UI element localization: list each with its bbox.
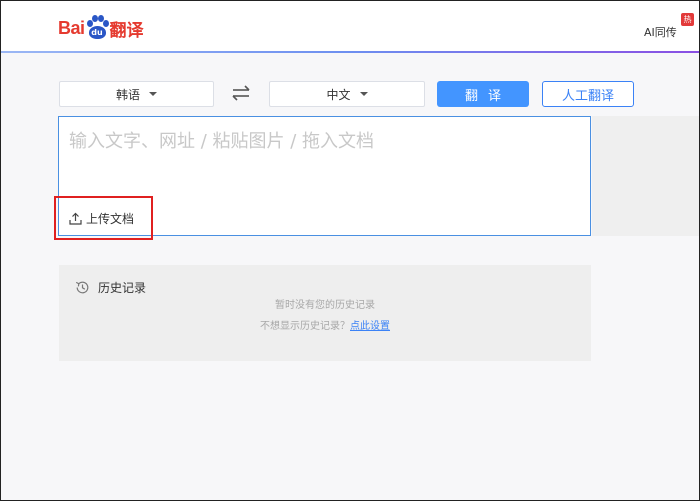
history-hint-prefix: 不想显示历史记录？ [260, 321, 350, 332]
app-window: Bai du 翻译 AI同传 热 韩语 中文 翻译 人工翻译 输入文字、网址 /… [0, 0, 700, 501]
source-language-select[interactable]: 韩语 [59, 81, 214, 107]
history-clock-icon [75, 281, 89, 294]
logo-du-text: du [88, 26, 106, 39]
input-placeholder: 输入文字、网址 / 粘贴图片 / 拖入文档 [69, 131, 375, 152]
translate-button[interactable]: 翻译 [437, 81, 529, 107]
swap-arrows-icon[interactable] [230, 83, 252, 103]
ai-simultaneous-link[interactable]: AI同传 [644, 24, 677, 40]
source-language-label: 韩语 [115, 87, 140, 102]
history-title: 历史记录 [98, 281, 147, 295]
history-settings-link[interactable]: 点此设置 [350, 321, 390, 332]
translation-output-panel [592, 116, 699, 236]
target-language-select[interactable]: 中文 [269, 81, 425, 107]
chevron-down-icon [149, 92, 157, 96]
logo-bai-text: Bai [58, 17, 85, 38]
baidu-fanyi-logo[interactable]: Bai du 翻译 [58, 13, 144, 43]
target-language-label: 中文 [326, 87, 351, 102]
history-hint: 不想显示历史记录？点此设置 [59, 317, 591, 332]
history-empty-text: 暂时没有您的历史记录 [275, 300, 375, 311]
highlight-annotation-box [54, 196, 153, 240]
logo-fanyi-text: 翻译 [109, 20, 144, 41]
history-header: 历史记录 [75, 279, 146, 296]
header-accent-line [1, 51, 699, 53]
hot-badge: 热 [681, 13, 694, 26]
chevron-down-icon [359, 92, 368, 96]
paw-icon: du [86, 15, 109, 41]
header: Bai du 翻译 AI同传 热 [1, 1, 699, 51]
history-panel: 历史记录 暂时没有您的历史记录 不想显示历史记录？点此设置 [59, 265, 591, 361]
human-translate-button[interactable]: 人工翻译 [542, 81, 634, 107]
